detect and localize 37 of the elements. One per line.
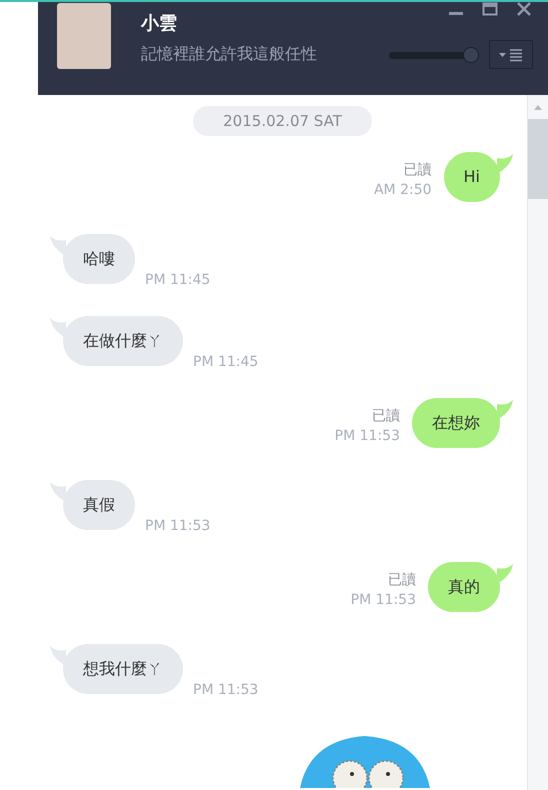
slider-thumb[interactable] (462, 46, 479, 62)
date-label: 2015.02.07 SAT (193, 106, 372, 136)
message-bubble: 在做什麼ㄚ (63, 316, 183, 366)
bubble-tail (50, 236, 66, 256)
scroll-up-icon[interactable] (533, 103, 543, 111)
menu-button[interactable] (489, 40, 533, 69)
read-receipt: 已讀 (404, 161, 432, 179)
scrollbar-thumb[interactable] (528, 119, 548, 199)
message-time: PM 11:53 (350, 592, 416, 608)
message-bubble: Hi (444, 152, 500, 202)
zoom-slider[interactable] (389, 46, 477, 62)
maximize-icon[interactable] (482, 2, 498, 16)
bubble-tail (50, 482, 66, 502)
message-time: PM 11:53 (193, 682, 258, 698)
message-time: PM 11:45 (145, 272, 210, 288)
message-time: PM 11:45 (193, 354, 258, 370)
message-time: PM 11:53 (334, 428, 400, 444)
message-time: AM 2:50 (374, 182, 432, 198)
message-bubble: 想我什麼ㄚ (63, 644, 183, 694)
bubble-tail (50, 646, 66, 666)
bubble-tail (497, 564, 513, 584)
scrollbar[interactable] (527, 95, 548, 790)
message-bubble: 真的 (428, 562, 500, 612)
close-icon[interactable] (516, 2, 532, 16)
photo-placeholder (57, 3, 111, 69)
read-receipt: 已讀 (388, 571, 416, 589)
message-bubble: 真假 (63, 480, 135, 530)
message-time: PM 11:53 (145, 518, 210, 534)
bubble-tail (497, 154, 513, 174)
read-receipt: 已讀 (372, 407, 400, 425)
bubble-tail (50, 318, 66, 338)
bubble-tail (497, 400, 513, 420)
message-bubble: 在想妳 (412, 398, 500, 448)
contact-name: 小雲 (141, 12, 178, 35)
status-message: 記憶裡誰允許我這般任性 (141, 44, 317, 65)
menu-icon (498, 48, 524, 62)
message-bubble: 哈嘍 (63, 234, 135, 284)
